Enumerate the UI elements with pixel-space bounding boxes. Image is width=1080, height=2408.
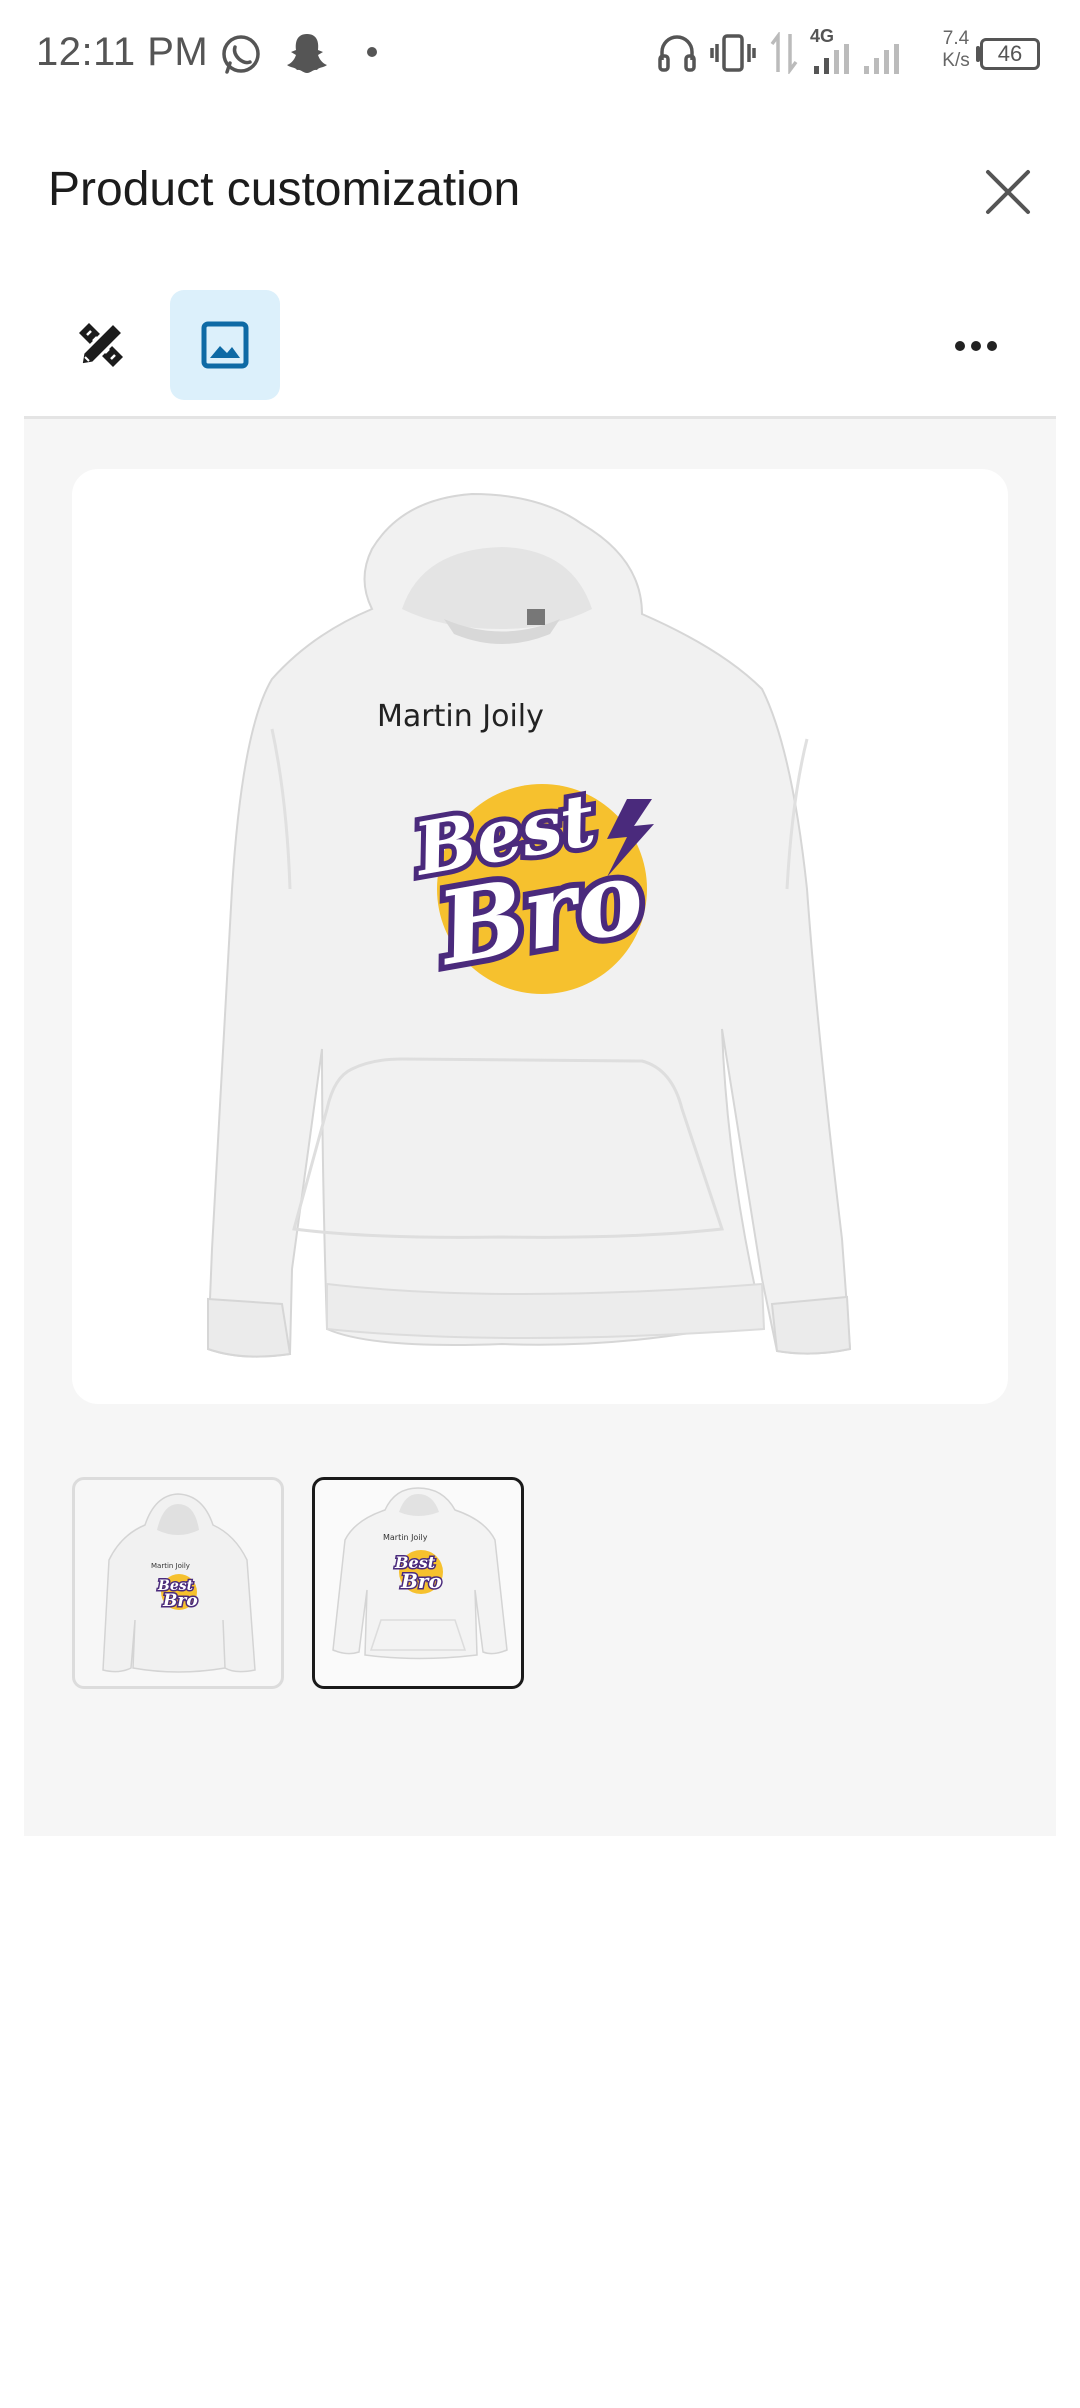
more-horizontal-icon [955,341,997,351]
hoodie-preview-image: Martin Joily Best Bro [206,492,852,1358]
thumbnail-front-image: Best Bro Martin Joily [102,1493,256,1673]
headphones-icon [658,35,696,72]
signal-icon-2 [864,44,899,74]
vibrate-icon [710,34,756,72]
signal-icon [814,44,849,74]
thumb2-name: Martin Joily [383,1533,428,1542]
toolbar [24,290,1056,416]
thumbnail-flat-image: Best Bro Martin Joily [332,1487,508,1660]
thumb1-logo-bro: Bro [162,1591,198,1611]
whatsapp-icon [222,35,260,74]
snapchat-icon [287,34,327,73]
thumbnail-flat-view[interactable]: Best Bro Martin Joily [312,1477,524,1689]
status-bar: 12:11 PM 4G 7.4 K/s 46 [0,0,1080,108]
design-tools-button[interactable] [46,290,156,400]
close-icon [986,170,1030,214]
thumb1-name: Martin Joily [151,1562,190,1570]
image-icon [201,321,249,369]
customization-content: Martin Joily Best Bro Best Bro Martin Jo… [24,419,1056,1836]
battery-level: 46 [997,41,1023,66]
thumb2-logo-bro: Bro [400,1569,442,1593]
more-options-button[interactable] [936,316,1016,376]
print-name-text: Martin Joily [377,699,544,734]
thumbnail-front-view[interactable]: Best Bro Martin Joily [72,1477,284,1689]
close-button[interactable] [976,160,1040,224]
status-time: 12:11 PM [36,30,209,74]
pencil-ruler-icon [79,320,126,367]
data-arrows-icon [770,32,798,74]
image-tool-button[interactable] [170,290,280,400]
dot-icon [367,47,377,57]
battery-icon: 46 [980,38,1040,70]
product-preview: Martin Joily Best Bro [72,469,1008,1404]
page-title: Product customization [48,163,521,216]
